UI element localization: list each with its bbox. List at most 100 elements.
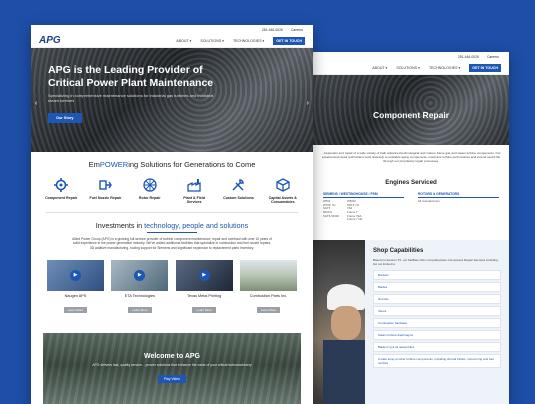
learn-more-button[interactable]: Learn More [63, 306, 88, 313]
solutions-row: Component Repair Fuel Nozzle Repair Roto… [31, 169, 313, 204]
top-bar: 281-446-0026 Careers [313, 52, 509, 61]
home-page: 281-446-0026 Careers APG ABOUT ▾ SOLUTIO… [31, 25, 313, 404]
learn-more-button[interactable]: Learn More [128, 306, 152, 313]
tools-icon [220, 177, 256, 193]
card-title: ETA Technologies [124, 293, 155, 298]
divider [46, 212, 298, 213]
welcome-title: Welcome to APG [143, 353, 200, 360]
solution-label: Custom Solutions [223, 196, 254, 200]
shop-panel: Shop Capabilities Based in Houston TX, o… [365, 240, 509, 404]
solution-label: Fuel Nozzle Repair [89, 196, 122, 200]
careers-link[interactable]: Careers [291, 28, 303, 32]
solution-label: Plant & Field Services [183, 196, 206, 204]
video-thumbnail[interactable]: ▶ [47, 259, 104, 291]
logo[interactable]: APG [39, 35, 61, 46]
title-part: Em [88, 160, 100, 169]
solution-plant-field[interactable]: Plant & Field Services [176, 177, 212, 204]
card-title: Naugen APS [64, 293, 87, 298]
engine-model: All manufacturers [418, 199, 440, 204]
shop-capabilities-section: Shop Capabilities Based in Houston TX, o… [313, 240, 509, 404]
nav-solutions[interactable]: SOLUTIONS ▾ [396, 66, 420, 70]
list-item[interactable]: Blades [373, 282, 501, 292]
rotor-icon [132, 177, 168, 193]
solution-fuel-nozzle[interactable]: Fuel Nozzle Repair [87, 177, 123, 204]
nav-solutions[interactable]: SOLUTIONS ▾ [200, 39, 224, 43]
play-icon[interactable]: ▶ [198, 269, 210, 281]
shop-intro: Based in Houston TX, our facilities offe… [373, 258, 499, 266]
engines-column: ROTORS & GENERATORS All manufacturers [418, 192, 499, 222]
nav-technologies[interactable]: TECHNOLOGIES ▾ [429, 66, 460, 70]
play-video-button[interactable]: Play Video [157, 375, 187, 383]
nav-about[interactable]: ABOUT ▾ [372, 66, 387, 70]
nav-about[interactable]: ABOUT ▾ [176, 39, 191, 43]
list-item[interactable]: A wide array of other turbine components… [373, 354, 501, 368]
learn-more-button[interactable]: Learn More [192, 306, 216, 313]
nozzle-icon [87, 177, 123, 193]
solution-component-repair[interactable]: Component Repair [43, 177, 79, 204]
welcome-section: Welcome to APG APG delivers fast, qualit… [43, 333, 301, 404]
card-combustion: Combustion Parts Inc. Learn More [239, 259, 297, 316]
engine-model: SGT6-5000F [323, 213, 340, 218]
welcome-text: APG delivers fast, quality service... pr… [92, 363, 252, 367]
phone-link[interactable]: 281-446-0026 [458, 55, 479, 59]
investments-text: Allied Power Group (APG) is a growing fu… [72, 237, 272, 250]
title-part: ing Solutions for Generations to Come [128, 160, 256, 169]
list-item[interactable]: Vanes [373, 306, 501, 316]
play-icon[interactable]: ▶ [70, 269, 81, 281]
hero-banner: ‹ › APG is the Leading Provider of Criti… [31, 48, 313, 152]
box-icon [265, 177, 301, 193]
video-thumbnail[interactable]: ▶ [175, 259, 233, 291]
engine-model: Frame 7 CE [347, 217, 363, 222]
get-in-touch-button[interactable]: GET IN TOUCH [469, 63, 501, 72]
get-in-touch-button[interactable]: GET IN TOUCH [273, 36, 305, 45]
hero-subtitle: Specializing in comprehensive maintenanc… [48, 93, 214, 103]
page-title: Component Repair [372, 110, 450, 120]
solution-custom[interactable]: Custom Solutions [220, 177, 256, 204]
list-item[interactable]: Nozzles [373, 294, 501, 304]
learn-more-button[interactable]: Learn More [256, 306, 281, 313]
solution-label: Component Repair [45, 196, 78, 200]
list-item[interactable]: Buckets [373, 270, 501, 280]
engines-header: ROTORS & GENERATORS [418, 192, 499, 199]
next-arrow-icon[interactable]: › [307, 100, 309, 107]
play-icon[interactable]: ▶ [134, 269, 146, 281]
main-nav: APG ABOUT ▾ SOLUTIONS ▾ TECHNOLOGIES ▾ G… [31, 34, 313, 48]
nav-technologies[interactable]: TECHNOLOGIES ▾ [233, 39, 264, 43]
list-item[interactable]: Steam turbine diaphragms [373, 330, 501, 340]
phone-link[interactable]: 281-446-0026 [262, 28, 283, 32]
solution-rotor-repair[interactable]: Rotor Repair [132, 177, 168, 204]
careers-link[interactable]: Careers [487, 55, 499, 59]
solution-label: Capital Assets & Consumables [268, 196, 297, 204]
title-highlight: POWER [99, 160, 129, 169]
engines-title: Engines Serviced [385, 179, 437, 187]
list-item[interactable]: Combustion hardware [373, 318, 501, 328]
card-title: Texas Metal Printing [187, 293, 222, 298]
main-nav: ABOUT ▾ SOLUTIONS ▾ TECHNOLOGIES ▾ GET I… [313, 61, 509, 75]
engines-header: SIEMENS / WESTINGHOUSE / PSM [323, 192, 404, 199]
title-highlight: technology, people and solutions [144, 221, 249, 230]
title-underline [147, 232, 197, 233]
card-eta: ▶ ETA Technologies Learn More [111, 259, 169, 316]
empowering-title: EmPOWERing Solutions for Generations to … [31, 160, 313, 169]
investments-title: Investments in technology, people and so… [31, 221, 313, 230]
engines-table: SIEMENS / WESTINGHOUSE / PSM W501 W701/ … [313, 186, 509, 228]
company-cards: ▶ Naugen APS Learn More ▶ ETA Technologi… [31, 252, 313, 316]
hero-title: APG is the Leading Provider of Critical … [48, 64, 214, 89]
card-image[interactable] [239, 259, 297, 291]
solution-label: Rotor Repair [138, 196, 161, 200]
solution-capital-assets[interactable]: Capital Assets & Consumables [265, 177, 301, 204]
list-item[interactable]: Blade ring & air assemblies [373, 342, 501, 352]
capabilities-list: Buckets Blades Nozzles Vanes Combustion … [373, 270, 501, 368]
title-part: Investments in [95, 221, 145, 230]
our-story-button[interactable]: Our Story [48, 113, 82, 123]
top-bar: 281-446-0026 Careers [31, 25, 313, 34]
engines-column: SIEMENS / WESTINGHOUSE / PSM W501 W701/ … [323, 192, 404, 222]
gear-wrench-icon [43, 177, 79, 193]
component-repair-page: 281-446-0026 Careers ABOUT ▾ SOLUTIONS ▾… [313, 52, 509, 404]
shop-title: Shop Capabilities [373, 248, 424, 254]
card-title: Combustion Parts Inc. [249, 293, 288, 298]
video-thumbnail[interactable]: ▶ [111, 259, 169, 291]
hero-banner: Component Repair [313, 75, 509, 145]
card-texas-metal: ▶ Texas Metal Printing Learn More [175, 259, 233, 316]
technician-photo [313, 240, 365, 404]
